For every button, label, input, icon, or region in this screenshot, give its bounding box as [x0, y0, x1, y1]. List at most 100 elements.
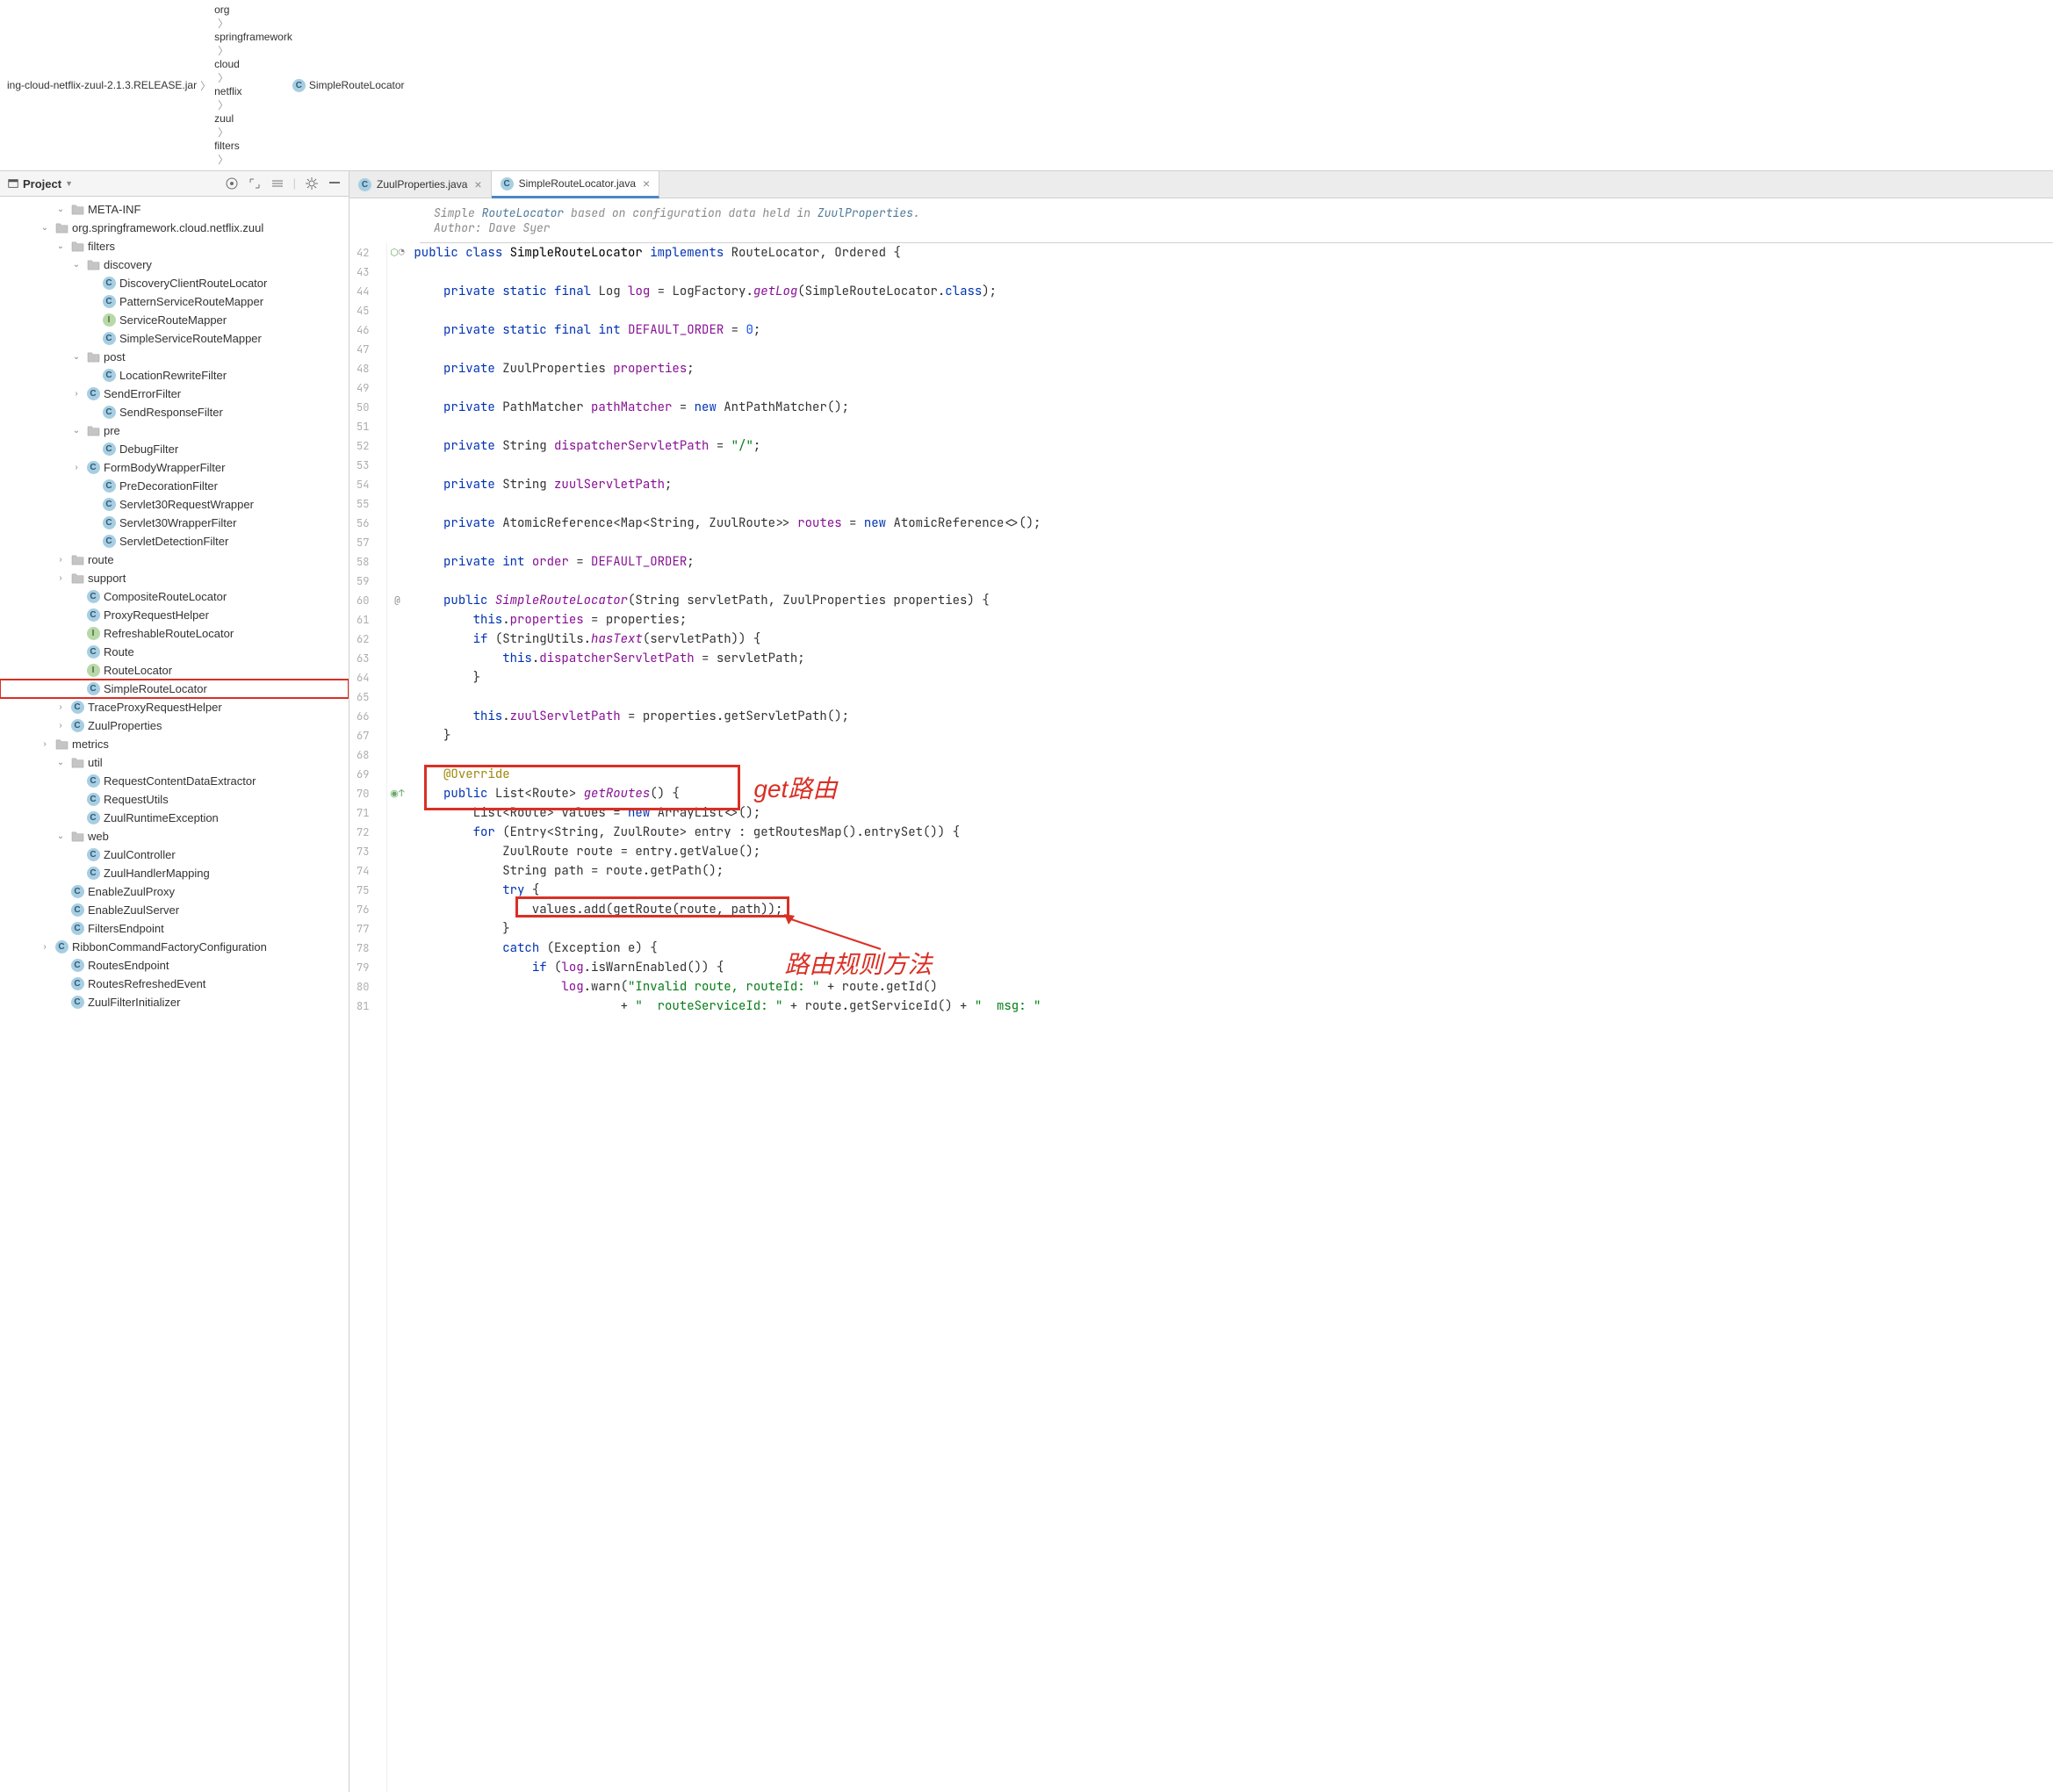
breadcrumb-file[interactable]: C SimpleRouteLocator [292, 79, 405, 92]
code-line[interactable] [414, 417, 2053, 436]
code-line[interactable] [414, 687, 2053, 707]
code-line[interactable]: catch (Exception e) { [414, 939, 2053, 958]
chevron-down-icon[interactable]: ⌄ [70, 352, 83, 362]
code-line[interactable] [414, 533, 2053, 552]
chevron-right-icon[interactable]: › [39, 942, 51, 952]
tree-item[interactable]: ›support [0, 569, 349, 587]
code-line[interactable] [414, 263, 2053, 282]
breadcrumb-jar[interactable]: ing-cloud-netflix-zuul-2.1.3.RELEASE.jar [7, 79, 197, 91]
code-line[interactable]: private int order = DEFAULT_ORDER; [414, 552, 2053, 572]
tree-item[interactable]: CProxyRequestHelper [0, 606, 349, 624]
code-line[interactable]: this.properties = properties; [414, 610, 2053, 630]
chevron-down-icon[interactable]: ⌄ [54, 831, 67, 841]
code-line[interactable]: for (Entry<String, ZuulRoute> entry : ge… [414, 823, 2053, 842]
code-line[interactable]: private PathMatcher pathMatcher = new An… [414, 398, 2053, 417]
code-line[interactable]: this.zuulServletPath = properties.getSer… [414, 707, 2053, 726]
chevron-right-icon[interactable]: › [39, 739, 51, 749]
chevron-down-icon[interactable]: ⌄ [54, 241, 67, 251]
tree-item[interactable]: ⌄post [0, 348, 349, 366]
code-content[interactable]: get路由 路由规则方法 public class SimpleRouteLoc… [407, 243, 2053, 1792]
tree-item[interactable]: CPreDecorationFilter [0, 477, 349, 495]
code-line[interactable]: try { [414, 881, 2053, 900]
code-line[interactable]: private ZuulProperties properties; [414, 359, 2053, 378]
tree-item[interactable]: CZuulFilterInitializer [0, 993, 349, 1011]
code-line[interactable]: } [414, 919, 2053, 939]
chevron-right-icon[interactable]: › [54, 702, 67, 712]
tree-item[interactable]: CCompositeRouteLocator [0, 587, 349, 606]
tree-item[interactable]: CEnableZuulServer [0, 901, 349, 919]
tree-item[interactable]: CEnableZuulProxy [0, 882, 349, 901]
tree-item[interactable]: ›CFormBodyWrapperFilter [0, 458, 349, 477]
tree-item[interactable]: CZuulHandlerMapping [0, 864, 349, 882]
code-line[interactable]: String path = route.getPath(); [414, 861, 2053, 881]
chevron-down-icon[interactable]: ⌄ [54, 758, 67, 767]
tree-item[interactable]: CDiscoveryClientRouteLocator [0, 274, 349, 292]
project-dropdown[interactable]: Project ▼ [7, 177, 73, 191]
tree-item[interactable]: ›CZuulProperties [0, 716, 349, 735]
chevron-right-icon[interactable]: › [54, 555, 67, 565]
code-line[interactable]: private String zuulServletPath; [414, 475, 2053, 494]
code-editor[interactable]: 4243444546474849505152535455565758596061… [349, 243, 2053, 1792]
breadcrumb-pkg[interactable]: springframework [214, 31, 292, 43]
close-icon[interactable]: × [643, 176, 650, 191]
code-line[interactable]: private AtomicReference<Map<String, Zuul… [414, 514, 2053, 533]
tree-item[interactable]: CDebugFilter [0, 440, 349, 458]
code-line[interactable]: values.add(getRoute(route, path)); [414, 900, 2053, 919]
code-line[interactable]: private String dispatcherServletPath = "… [414, 436, 2053, 456]
tree-item[interactable]: ⌄filters [0, 237, 349, 255]
tree-item[interactable]: CLocationRewriteFilter [0, 366, 349, 385]
tree-item[interactable]: ›CTraceProxyRequestHelper [0, 698, 349, 716]
tree-item[interactable]: CRequestContentDataExtractor [0, 772, 349, 790]
code-line[interactable]: private static final Log log = LogFactor… [414, 282, 2053, 301]
tree-item[interactable]: CZuulRuntimeException [0, 809, 349, 827]
project-tree[interactable]: ⌄META-INF⌄org.springframework.cloud.netf… [0, 197, 349, 1792]
tree-item[interactable]: CSendResponseFilter [0, 403, 349, 421]
chevron-right-icon[interactable]: › [70, 389, 83, 399]
tree-item[interactable]: ›CRibbonCommandFactoryConfiguration [0, 938, 349, 956]
editor-tab[interactable]: CSimpleRouteLocator.java× [492, 171, 660, 198]
tree-item[interactable]: ›metrics [0, 735, 349, 753]
code-line[interactable]: @Override [414, 765, 2053, 784]
tree-item[interactable]: ⌄discovery [0, 255, 349, 274]
code-line[interactable]: private static final int DEFAULT_ORDER =… [414, 320, 2053, 340]
code-line[interactable]: this.dispatcherServletPath = servletPath… [414, 649, 2053, 668]
tree-item[interactable]: ⌄pre [0, 421, 349, 440]
close-icon[interactable]: × [474, 177, 481, 191]
tree-item[interactable]: ›route [0, 551, 349, 569]
tree-item[interactable]: ⌄org.springframework.cloud.netflix.zuul [0, 219, 349, 237]
code-line[interactable]: + " routeServiceId: " + route.getService… [414, 997, 2053, 1016]
code-line[interactable] [414, 572, 2053, 591]
tree-item[interactable]: CFiltersEndpoint [0, 919, 349, 938]
code-line[interactable] [414, 340, 2053, 359]
tree-item[interactable]: ›CSendErrorFilter [0, 385, 349, 403]
code-line[interactable]: if (StringUtils.hasText(servletPath)) { [414, 630, 2053, 649]
code-line[interactable]: } [414, 726, 2053, 745]
chevron-down-icon[interactable]: ⌄ [70, 426, 83, 435]
doc-link-routelocator[interactable]: RouteLocator [482, 205, 565, 220]
tree-item[interactable]: ⌄util [0, 753, 349, 772]
tree-item[interactable]: ⌄META-INF [0, 200, 349, 219]
code-line[interactable]: public class SimpleRouteLocator implemen… [414, 243, 2053, 263]
gear-icon[interactable] [305, 176, 319, 191]
code-line[interactable] [414, 456, 2053, 475]
tree-item[interactable]: CSimpleRouteLocator [0, 680, 349, 698]
tree-item[interactable]: CRequestUtils [0, 790, 349, 809]
code-line[interactable] [414, 745, 2053, 765]
code-line[interactable] [414, 494, 2053, 514]
code-line[interactable]: log.warn("Invalid route, routeId: " + ro… [414, 977, 2053, 997]
code-line[interactable]: } [414, 668, 2053, 687]
code-line[interactable]: public SimpleRouteLocator(String servlet… [414, 591, 2053, 610]
tree-item[interactable]: CSimpleServiceRouteMapper [0, 329, 349, 348]
breadcrumb-pkg[interactable]: filters [214, 140, 292, 152]
chevron-down-icon[interactable]: ⌄ [39, 223, 51, 233]
breadcrumb-pkg[interactable]: zuul [214, 112, 292, 125]
code-line[interactable]: if (log.isWarnEnabled()) { [414, 958, 2053, 977]
target-icon[interactable] [225, 176, 239, 191]
tree-item[interactable]: CZuulController [0, 846, 349, 864]
doc-link-zuulproperties[interactable]: ZuulProperties [818, 205, 913, 220]
tree-item[interactable]: CRoute [0, 643, 349, 661]
code-line[interactable] [414, 378, 2053, 398]
chevron-right-icon[interactable]: › [54, 573, 67, 583]
tree-item[interactable]: CServlet30RequestWrapper [0, 495, 349, 514]
chevron-down-icon[interactable]: ⌄ [70, 260, 83, 270]
